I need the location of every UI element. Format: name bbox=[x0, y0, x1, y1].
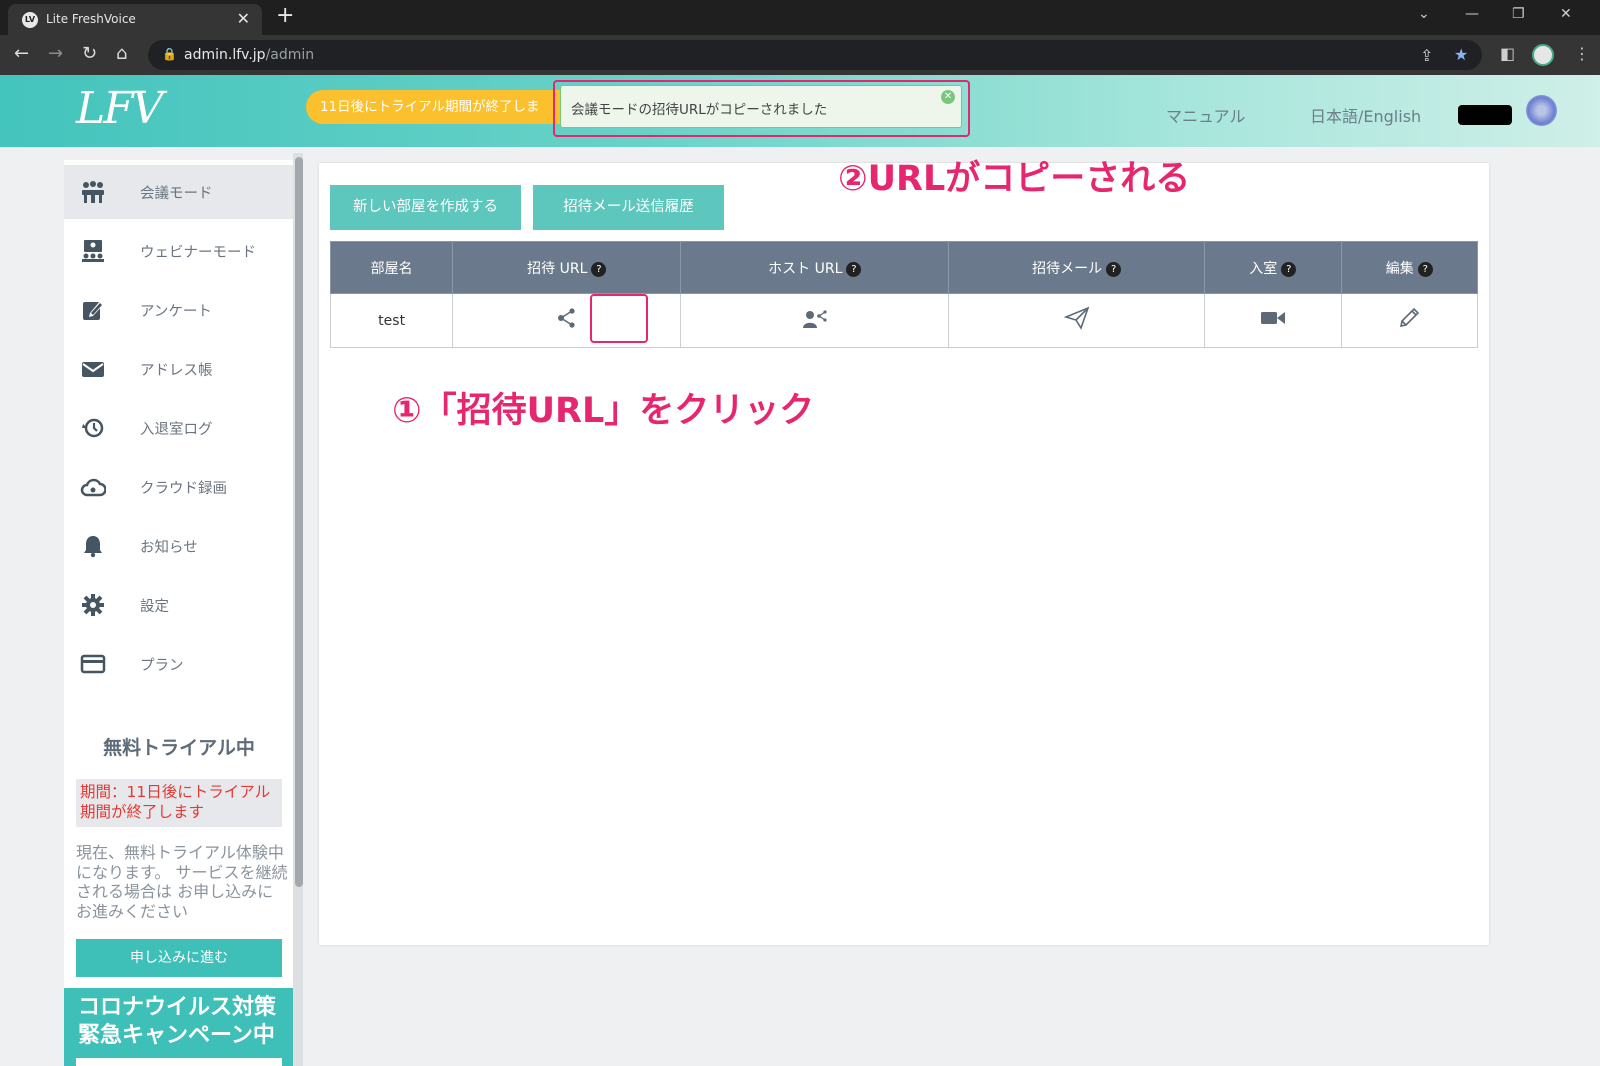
user-avatar[interactable] bbox=[1526, 95, 1557, 126]
meeting-icon bbox=[80, 180, 106, 204]
sidebar-item-survey[interactable]: アンケート bbox=[64, 283, 294, 337]
toast-message: 会議モードの招待URLがコピーされました bbox=[571, 102, 828, 118]
help-icon[interactable]: ? bbox=[846, 261, 862, 277]
header-edit: 編集? bbox=[1340, 241, 1479, 294]
header-invite-url: 招待 URL? bbox=[452, 241, 682, 294]
share-icon[interactable] bbox=[556, 307, 578, 335]
sidebar-item-label: アドレス帳 bbox=[140, 363, 213, 379]
new-tab-icon[interactable]: + bbox=[276, 3, 294, 28]
annotation-step2: ②URLがコピーされる bbox=[838, 159, 1191, 199]
card-icon bbox=[80, 652, 106, 676]
lfv-logo[interactable]: LFV bbox=[76, 83, 164, 134]
gear-icon bbox=[80, 593, 106, 617]
sidebar-item-label: 設定 bbox=[140, 599, 169, 615]
host-url-cell bbox=[680, 293, 950, 348]
back-icon[interactable]: ← bbox=[14, 43, 29, 64]
campaign-text: コロナウイルス対策緊急キャンペーン中 bbox=[78, 995, 277, 1048]
tab-title: Lite FreshVoice bbox=[46, 12, 136, 26]
cloud-icon bbox=[80, 475, 107, 499]
sidebar-item-address-book[interactable]: アドレス帳 bbox=[64, 342, 294, 396]
side-panel-icon[interactable]: ◧ bbox=[1500, 44, 1515, 63]
pencil-icon[interactable] bbox=[1397, 306, 1421, 336]
toast-close-icon[interactable]: ✕ bbox=[941, 90, 955, 104]
sidebar-item-meeting[interactable]: 会議モード bbox=[64, 165, 294, 219]
sidebar-item-label: プラン bbox=[140, 658, 184, 674]
trial-info-box: 無料トライアル中 期間：11日後にトライアル期間が終了します 現在、無料トライア… bbox=[64, 703, 294, 988]
sidebar-item-plan[interactable]: プラン bbox=[64, 637, 294, 691]
sidebar-item-cloud-recording[interactable]: クラウド録画 bbox=[64, 460, 294, 514]
sidebar-item-settings[interactable]: 設定 bbox=[64, 578, 294, 632]
mail-icon bbox=[80, 357, 106, 381]
sidebar-scrollbar-thumb[interactable] bbox=[295, 157, 303, 887]
sidebar-item-notice[interactable]: お知らせ bbox=[64, 519, 294, 573]
history-icon bbox=[80, 416, 106, 440]
browser-toolbar: ← → ↻ ⌂ 🔒 admin.lfv.jp/admin ⇪ ★ ◧ ⋮ bbox=[0, 35, 1600, 75]
url-text: admin.lfv.jp/admin bbox=[184, 47, 315, 63]
room-name-cell: test bbox=[329, 293, 454, 348]
sidebar-item-label: お知らせ bbox=[140, 540, 198, 556]
table-header-row: 部屋名 招待 URL? ホスト URL? 招待メール? 入室? 編集? bbox=[329, 241, 1479, 294]
tab-search-icon[interactable]: ⌄ bbox=[1418, 6, 1430, 22]
tab-close-icon[interactable]: ✕ bbox=[237, 9, 250, 28]
browser-tab[interactable]: LV Lite FreshVoice ✕ bbox=[8, 4, 262, 35]
help-icon[interactable]: ? bbox=[1106, 261, 1122, 277]
share-icon[interactable]: ⇪ bbox=[1420, 46, 1433, 65]
sidebar-item-label: クラウド録画 bbox=[140, 481, 227, 497]
sidebar-item-label: ウェビナーモード bbox=[140, 245, 256, 261]
paper-plane-icon[interactable] bbox=[1063, 306, 1090, 336]
main-panel: 新しい部屋を作成する 招待メール送信履歴 部屋名 招待 URL? ホスト URL… bbox=[319, 163, 1489, 945]
language-switch[interactable]: 日本語/English bbox=[1310, 103, 1421, 127]
sidebar-item-webinar[interactable]: ウェビナーモード bbox=[64, 224, 294, 278]
lfv-favicon-icon: LV bbox=[22, 12, 38, 28]
trial-banner: 11日後にトライアル期間が終了しま bbox=[306, 90, 566, 124]
browser-tab-bar: LV Lite FreshVoice ✕ + ⌄ — ❐ ✕ bbox=[0, 0, 1600, 35]
invite-history-button[interactable]: 招待メール送信履歴 bbox=[533, 185, 724, 230]
create-room-button[interactable]: 新しい部屋を作成する bbox=[330, 185, 521, 230]
lock-icon: 🔒 bbox=[162, 47, 177, 61]
invite-url-highlight-frame bbox=[590, 294, 648, 343]
table-row: test bbox=[329, 293, 1479, 348]
help-icon[interactable]: ? bbox=[591, 261, 607, 277]
redacted-user-name[interactable] bbox=[1458, 105, 1512, 125]
app-header: LFV 11日後にトライアル期間が終了しま 会議モードの招待URLがコピーされま… bbox=[0, 75, 1600, 147]
home-icon[interactable]: ⌂ bbox=[116, 43, 127, 64]
room-table: 部屋名 招待 URL? ホスト URL? 招待メール? 入室? 編集? test bbox=[329, 241, 1479, 348]
host-share-icon[interactable] bbox=[802, 307, 828, 335]
video-camera-icon[interactable] bbox=[1260, 308, 1286, 333]
header-invite-mail: 招待メール? bbox=[948, 241, 1206, 294]
invite-mail-cell bbox=[948, 293, 1206, 348]
survey-icon bbox=[80, 298, 106, 322]
sidebar-item-label: 入退室ログ bbox=[140, 422, 213, 438]
forward-icon[interactable]: → bbox=[48, 43, 63, 64]
sidebar-item-label: アンケート bbox=[140, 304, 212, 320]
minimize-icon[interactable]: — bbox=[1465, 6, 1479, 22]
header-enter: 入室? bbox=[1204, 241, 1342, 294]
reload-icon[interactable]: ↻ bbox=[82, 43, 97, 64]
header-host-url: ホスト URL? bbox=[680, 241, 950, 294]
trial-description: 現在、無料トライアル体験中 になります。 サービスを継続される場合は お申し込み… bbox=[76, 843, 288, 921]
address-bar[interactable]: 🔒 admin.lfv.jp/admin ⇪ ★ bbox=[148, 40, 1482, 70]
menu-kebab-icon[interactable]: ⋮ bbox=[1574, 44, 1590, 63]
trial-period: 期間：11日後にトライアル期間が終了します bbox=[76, 779, 282, 827]
campaign-strip bbox=[76, 1058, 282, 1066]
manual-link[interactable]: マニュアル bbox=[1166, 103, 1246, 127]
window-close-icon[interactable]: ✕ bbox=[1560, 6, 1572, 22]
webinar-icon bbox=[80, 239, 106, 263]
campaign-banner[interactable]: コロナウイルス対策緊急キャンペーン中 bbox=[64, 988, 294, 1066]
apply-button[interactable]: 申し込みに進む bbox=[76, 939, 282, 977]
annotation-step1: ①「招待URL」をクリック bbox=[392, 391, 815, 431]
header-room-name: 部屋名 bbox=[329, 241, 454, 294]
trial-title: 無料トライアル中 bbox=[103, 737, 255, 759]
restore-icon[interactable]: ❐ bbox=[1512, 6, 1525, 22]
sidebar-item-log[interactable]: 入退室ログ bbox=[64, 401, 294, 455]
enter-cell bbox=[1204, 293, 1342, 348]
edit-cell bbox=[1340, 293, 1479, 348]
help-icon[interactable]: ? bbox=[1417, 261, 1433, 277]
sidebar-item-label: 会議モード bbox=[140, 186, 213, 202]
bell-icon bbox=[80, 534, 106, 558]
help-icon[interactable]: ? bbox=[1281, 261, 1297, 277]
profile-avatar[interactable] bbox=[1532, 44, 1554, 66]
copy-toast: 会議モードの招待URLがコピーされました ✕ bbox=[560, 85, 962, 128]
bookmark-star-icon[interactable]: ★ bbox=[1454, 45, 1468, 64]
